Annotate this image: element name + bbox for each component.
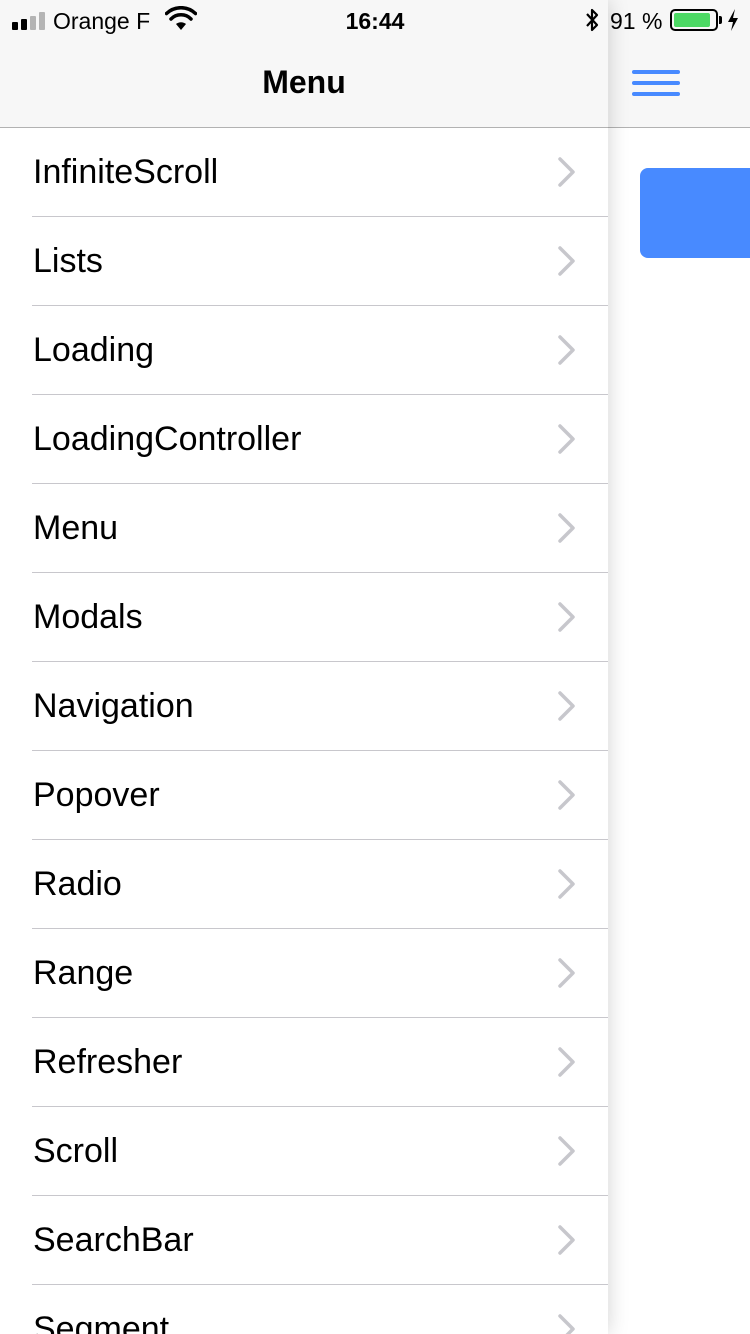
menu-item-label: SearchBar	[33, 1221, 194, 1259]
menu-item-label: Loading	[33, 331, 155, 369]
menu-item-label: Segment	[33, 1310, 170, 1334]
chevron-right-icon	[556, 1224, 576, 1261]
chevron-right-icon	[556, 512, 576, 549]
chevron-right-icon	[556, 779, 576, 816]
menu-item-label: LoadingController	[33, 420, 302, 458]
menu-item-scroll[interactable]: Scroll	[0, 1107, 608, 1196]
menu-item-label: Popover	[33, 776, 160, 814]
menu-item-label: Lists	[33, 242, 103, 280]
menu-item-infinitescroll[interactable]: InfiniteScroll	[0, 128, 608, 217]
menu-title: Menu	[262, 64, 346, 100]
menu-item-popover[interactable]: Popover	[0, 751, 608, 840]
menu-item-label: Refresher	[33, 1043, 183, 1081]
chevron-right-icon	[556, 245, 576, 282]
menu-item-navigation[interactable]: Navigation	[0, 662, 608, 751]
chevron-right-icon	[556, 156, 576, 193]
side-menu: Menu InfiniteScroll Lists Loading LoadingCo…	[0, 0, 608, 1334]
menu-item-loadingcontroller[interactable]: LoadingController	[0, 395, 608, 484]
menu-item-label: Navigation	[33, 687, 194, 725]
chevron-right-icon	[556, 1313, 576, 1334]
menu-item-radio[interactable]: Radio	[0, 840, 608, 929]
menu-list: InfiniteScroll Lists Loading LoadingControl…	[0, 128, 608, 1334]
menu-item-loading[interactable]: Loading	[0, 306, 608, 395]
chevron-right-icon	[556, 334, 576, 371]
charging-bolt-icon	[726, 6, 740, 40]
chevron-right-icon	[556, 957, 576, 994]
menu-item-label: Scroll	[33, 1132, 119, 1170]
bluetooth-icon	[584, 6, 600, 40]
menu-item-label: Menu	[33, 509, 119, 547]
status-bar: Orange F 16:44 91 %	[0, 0, 750, 40]
chevron-right-icon	[556, 423, 576, 460]
chevron-right-icon	[556, 690, 576, 727]
menu-item-range[interactable]: Range	[0, 929, 608, 1018]
menu-item-label: Modals	[33, 598, 143, 636]
main-action-button[interactable]	[640, 168, 750, 258]
hamburger-menu-icon[interactable]	[632, 68, 682, 102]
menu-item-label: Radio	[33, 865, 122, 903]
menu-item-label: InfiniteScroll	[33, 153, 219, 191]
chevron-right-icon	[556, 1135, 576, 1172]
chevron-right-icon	[556, 1046, 576, 1083]
chevron-right-icon	[556, 601, 576, 638]
battery-percent: 91 %	[610, 8, 663, 34]
menu-item-refresher[interactable]: Refresher	[0, 1018, 608, 1107]
menu-item-segment[interactable]: Segment	[0, 1285, 608, 1334]
menu-item-label: Range	[33, 954, 134, 992]
menu-item-modals[interactable]: Modals	[0, 573, 608, 662]
menu-item-lists[interactable]: Lists	[0, 217, 608, 306]
chevron-right-icon	[556, 868, 576, 905]
menu-item-menu[interactable]: Menu	[0, 484, 608, 573]
battery-icon	[670, 9, 722, 31]
menu-item-searchbar[interactable]: SearchBar	[0, 1196, 608, 1285]
